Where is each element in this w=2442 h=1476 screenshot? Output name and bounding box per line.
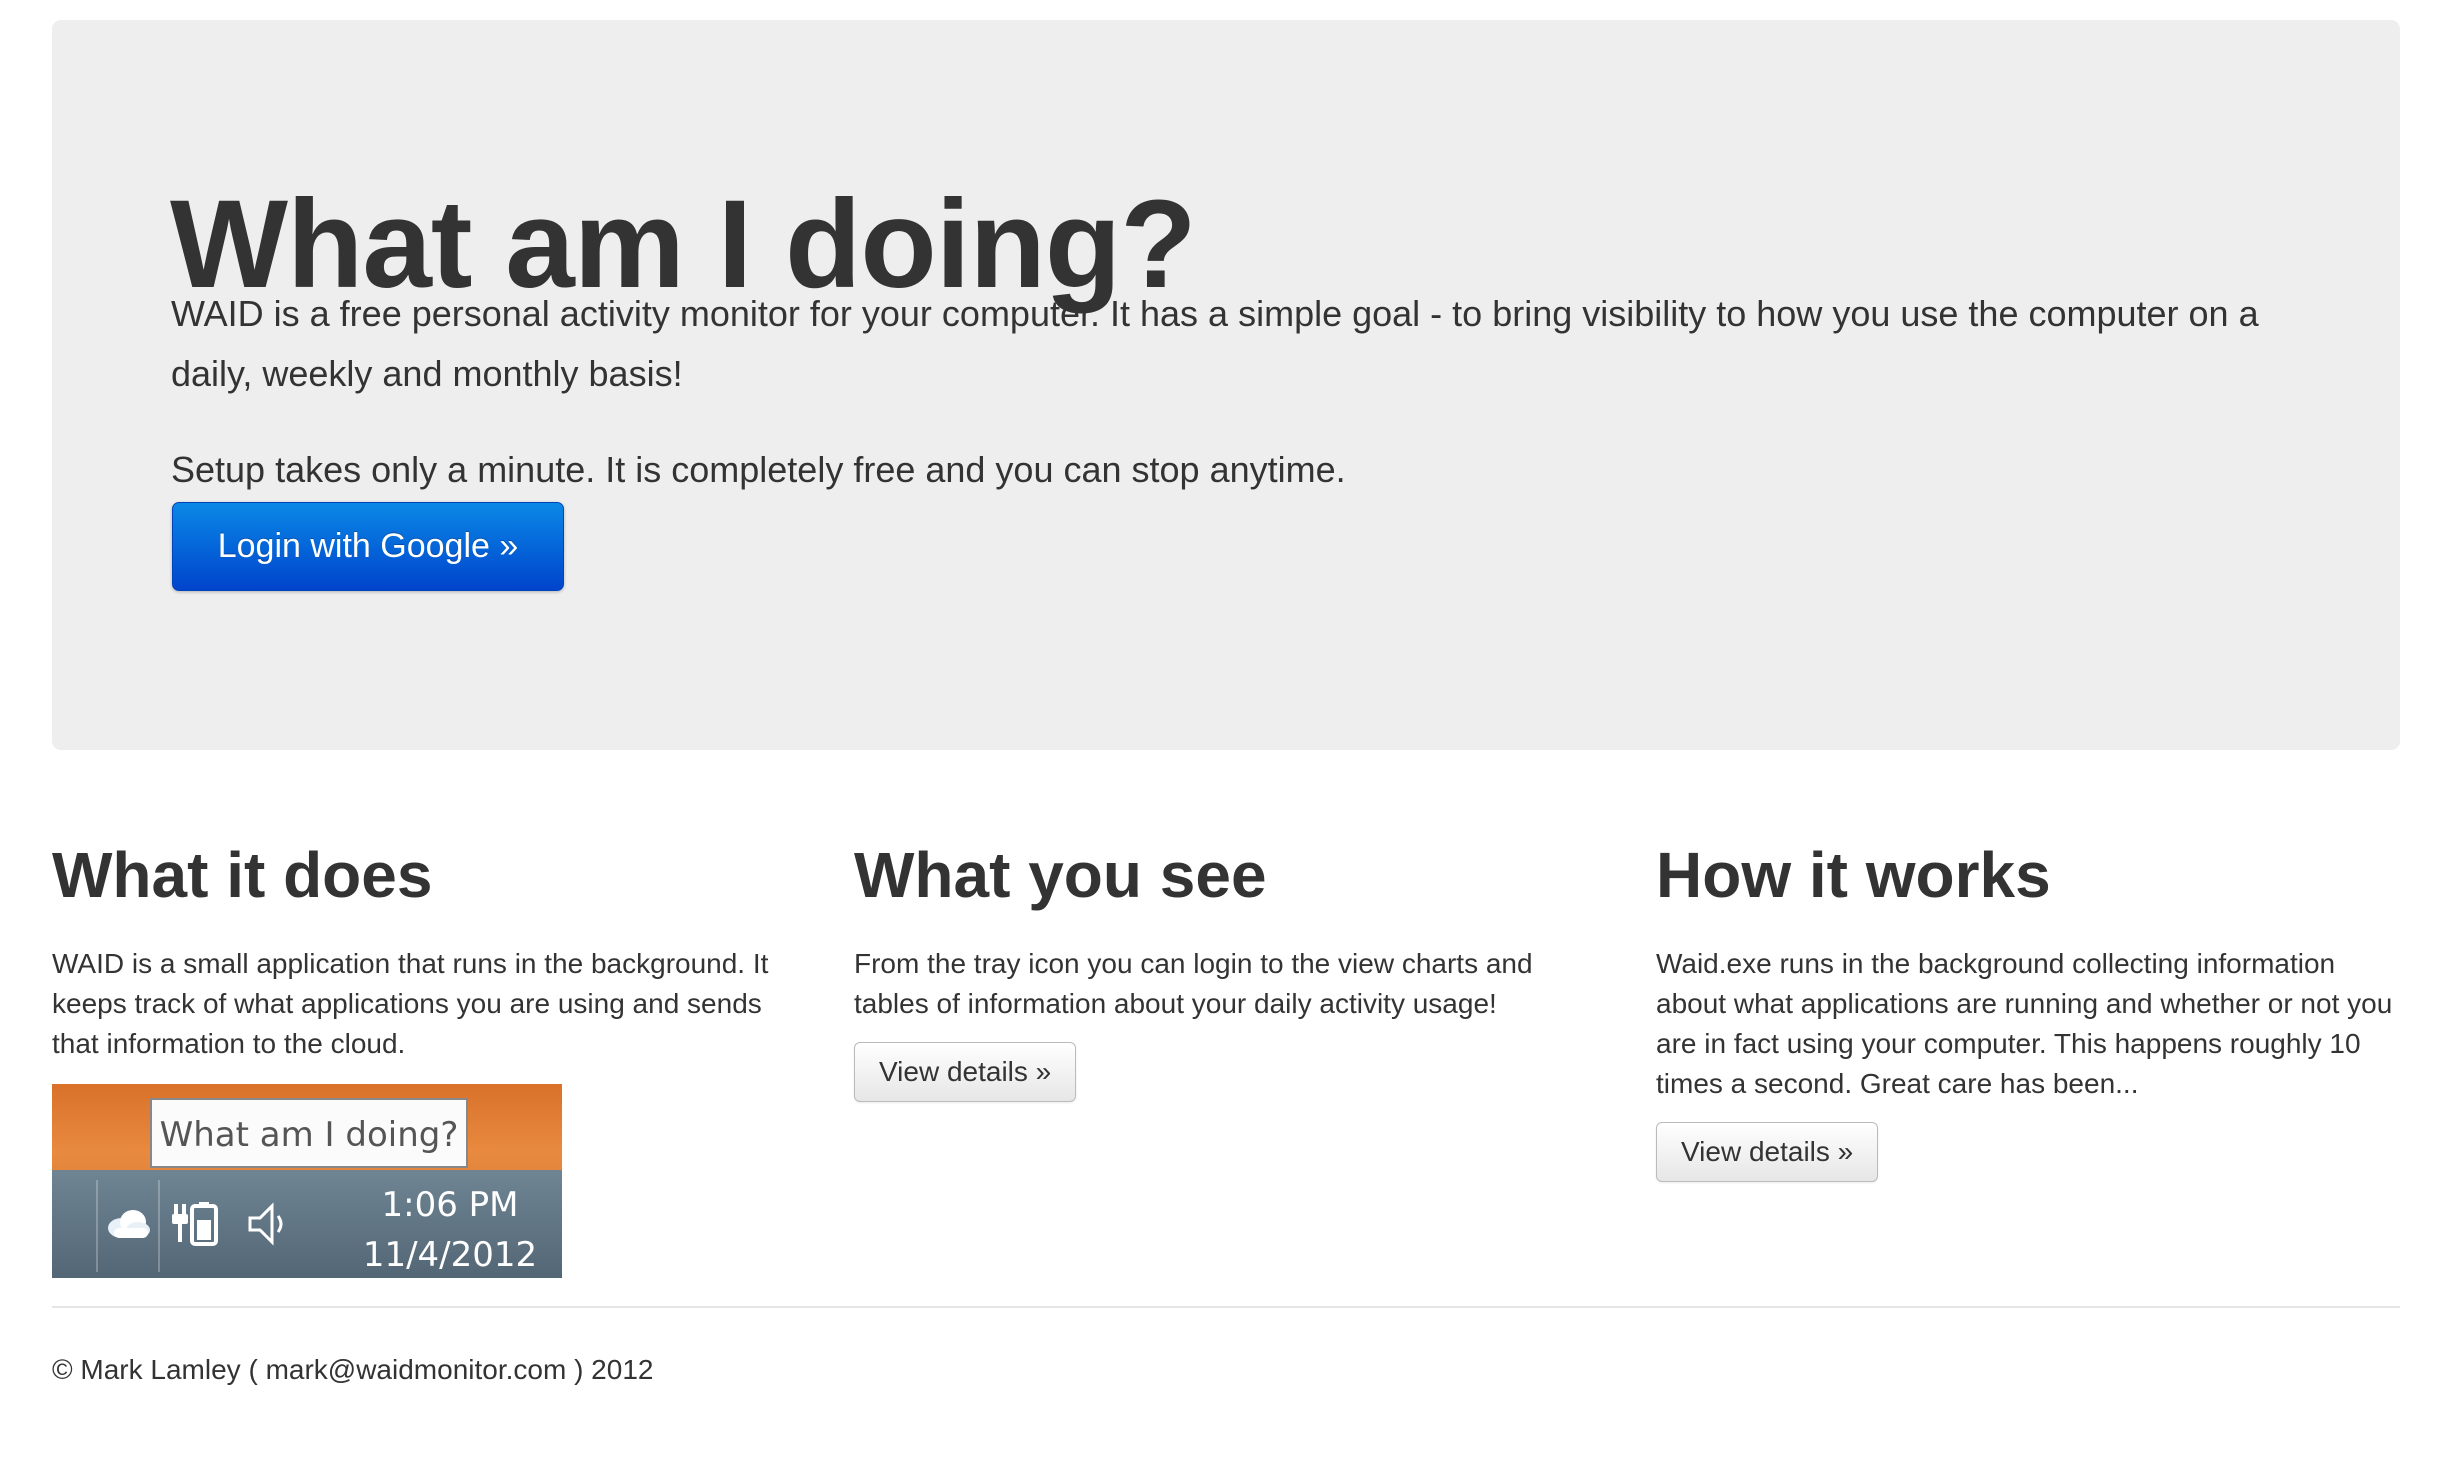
taskbar-separator [158,1180,160,1272]
page: What am I doing? WAID is a free personal… [0,0,2442,1476]
tray-date: 11/4/2012 [362,1235,538,1275]
footer-year: ) 2012 [574,1354,654,1385]
tray-clock: 1:06 PM 11/4/2012 [350,1180,550,1278]
how-it-works-text: Waid.exe runs in the background collecti… [1656,948,2393,1099]
how-it-works-heading: How it works [1656,839,2051,911]
footer-email: mark@waidmonitor.com [265,1354,567,1385]
hero-unit: What am I doing? WAID is a free personal… [52,20,2400,750]
footer-divider [52,1306,2400,1308]
footer-copyright: © Mark Lamley ( [52,1354,258,1385]
view-details-button[interactable]: View details » [1656,1122,1879,1182]
cloud-icon [100,1196,156,1252]
login-with-google-button[interactable]: Login with Google » [172,502,564,591]
speaker-icon [242,1196,298,1252]
how-it-works-section: How it works Waid.exe runs in the backgr… [1656,820,2396,1182]
hero-description: WAID is a free personal activity monitor… [171,293,2259,394]
what-it-does-section: What it does WAID is a small application… [52,820,792,1278]
taskbar-separator [96,1180,98,1272]
what-it-does-heading: What it does [52,839,433,911]
view-details-button[interactable]: View details » [854,1042,1077,1102]
what-it-does-text: WAID is a small application that runs in… [52,948,769,1059]
tray-screenshot: What am I doing? 1:06 PM 11/4/2012 [52,1084,562,1278]
what-you-see-text: From the tray icon you can login to the … [854,948,1533,1019]
hero-setup-note: Setup takes only a minute. It is complet… [171,449,1346,490]
tray-time: 1:06 PM [381,1185,519,1225]
what-you-see-section: What you see From the tray icon you can … [854,820,1594,1102]
tray-tooltip: What am I doing? [150,1098,468,1168]
battery-icon [170,1196,226,1252]
footer: © Mark Lamley ( mark@waidmonitor.com ) 2… [52,1348,653,1392]
what-you-see-heading: What you see [854,839,1267,911]
